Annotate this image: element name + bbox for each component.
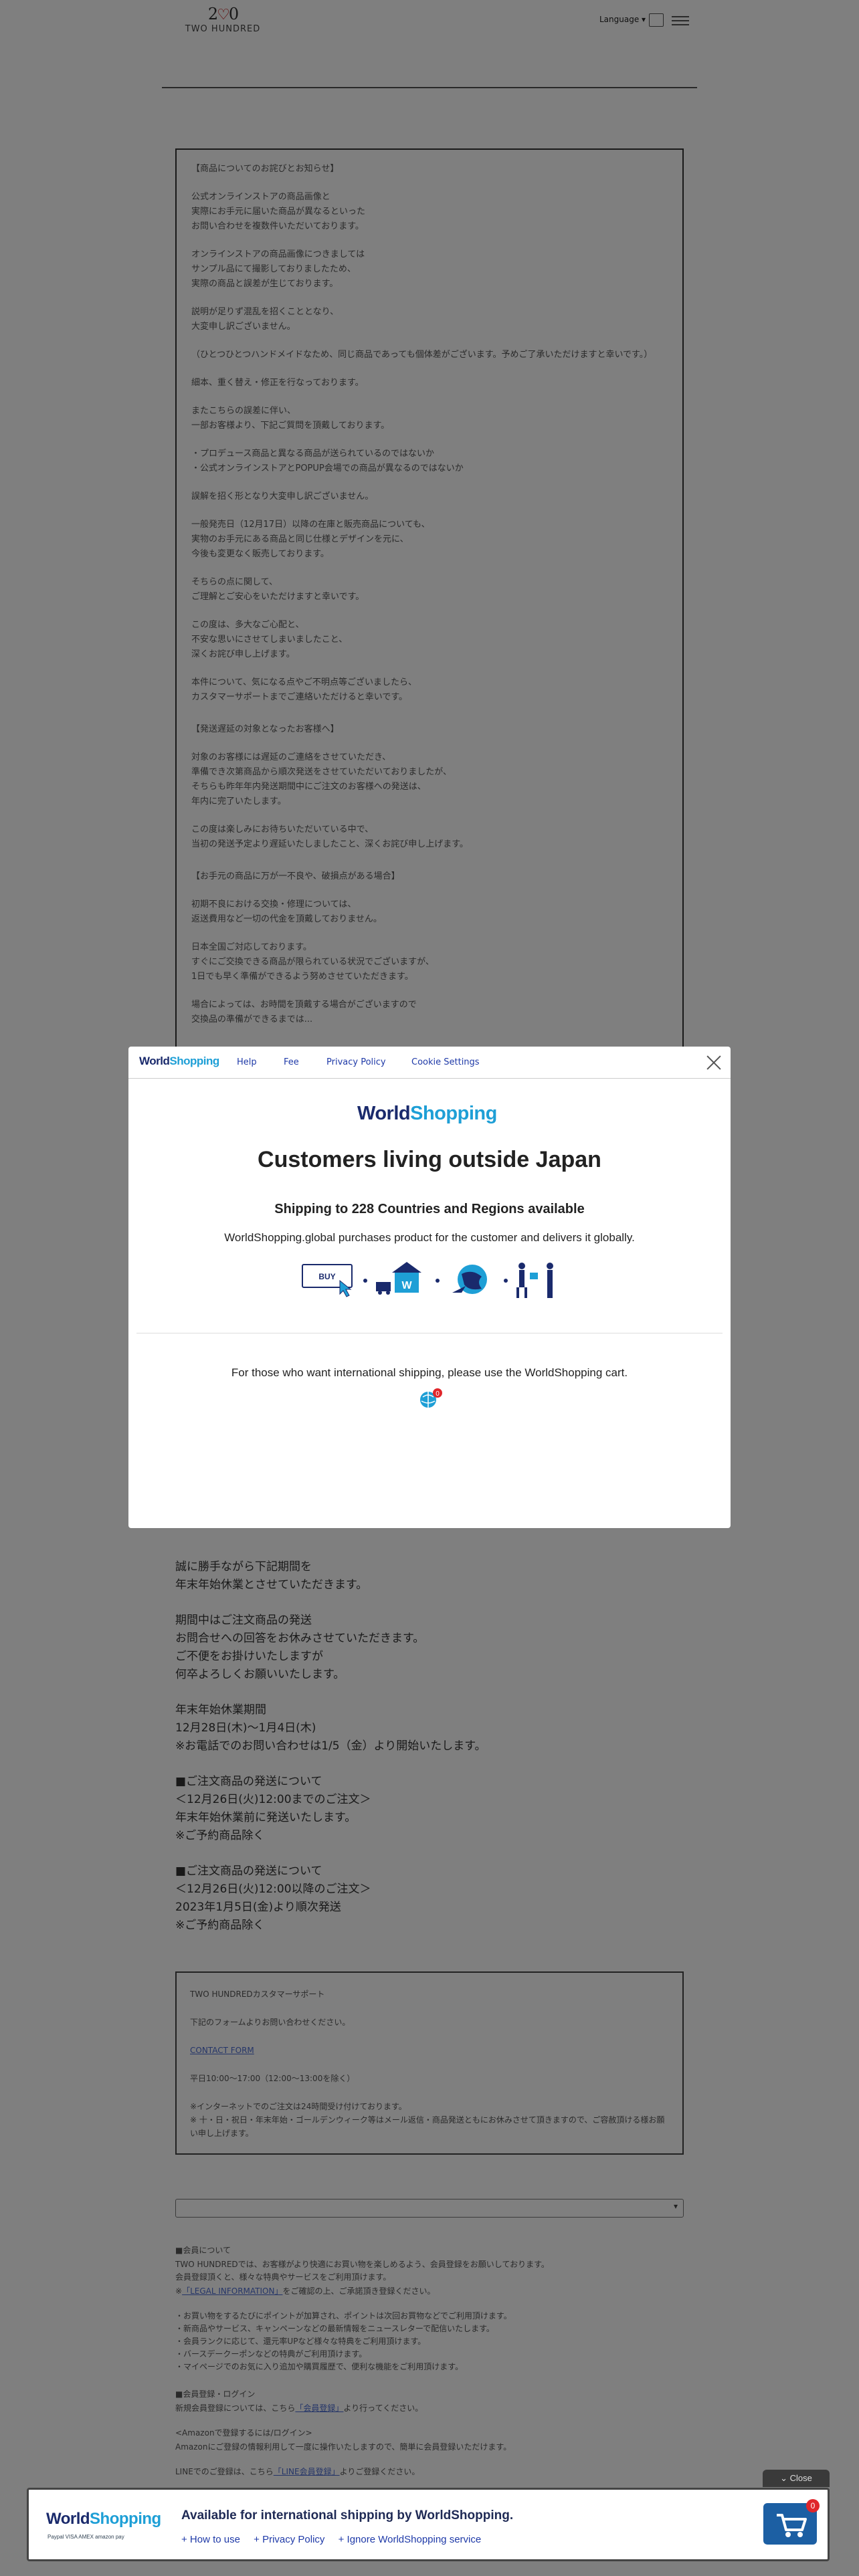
svg-text:0: 0 [436, 1390, 440, 1398]
service-description: WorldShopping.global purchases product f… [224, 1231, 635, 1244]
banner-close-tab[interactable]: ⌄ Close [763, 2470, 830, 2487]
worldshopping-cart-button[interactable]: 0 [763, 2499, 820, 2545]
banner-privacy-policy-link[interactable]: + Privacy Policy [254, 2534, 324, 2545]
close-icon[interactable] [705, 1053, 723, 1071]
shipping-availability: Shipping to 228 Countries and Regions av… [274, 1202, 585, 1216]
fee-link[interactable]: Fee [284, 1057, 299, 1067]
worldshopping-banner: WorldShopping Paypal VISA AMEX amazon pa… [27, 2488, 830, 2561]
worldshopping-banner-logo[interactable]: WorldShopping [46, 2510, 161, 2529]
privacy-policy-link[interactable]: Privacy Policy [326, 1057, 386, 1067]
banner-title: Available for international shipping by … [181, 2508, 514, 2523]
service-flow-illustration: BUY W [302, 1262, 553, 1298]
svg-text:W: W [401, 1280, 412, 1291]
warehouse-truck-icon: W [376, 1262, 421, 1295]
cookie-settings-link[interactable]: Cookie Settings [411, 1057, 480, 1067]
modal-footer-text: For those who want international shippin… [231, 1366, 628, 1379]
worldshopping-logo[interactable]: WorldShopping [139, 1055, 219, 1068]
worldshopping-modal: WorldShopping Help Fee Privacy Policy Co… [128, 1047, 731, 1528]
banner-links: + How to use + Privacy Policy + Ignore W… [181, 2534, 492, 2545]
payment-methods: Paypal VISA AMEX amazon pay [47, 2534, 124, 2540]
modal-title: Customers living outside Japan [258, 1147, 601, 1172]
modal-nav: WorldShopping Help Fee Privacy Policy Co… [128, 1047, 731, 1079]
ignore-service-link[interactable]: + Ignore WorldShopping service [339, 2534, 482, 2545]
delivery-person-icon [516, 1263, 553, 1298]
globe-cart-icon[interactable]: 0 [419, 1388, 443, 1410]
help-link[interactable]: Help [237, 1057, 257, 1067]
svg-text:BUY: BUY [318, 1272, 335, 1281]
worldshopping-logo-large: WorldShopping [357, 1103, 497, 1124]
cart-count-badge: 0 [806, 2499, 820, 2512]
buy-icon: BUY [302, 1264, 353, 1297]
globe-plane-icon [452, 1265, 487, 1294]
how-to-use-link[interactable]: + How to use [181, 2534, 240, 2545]
